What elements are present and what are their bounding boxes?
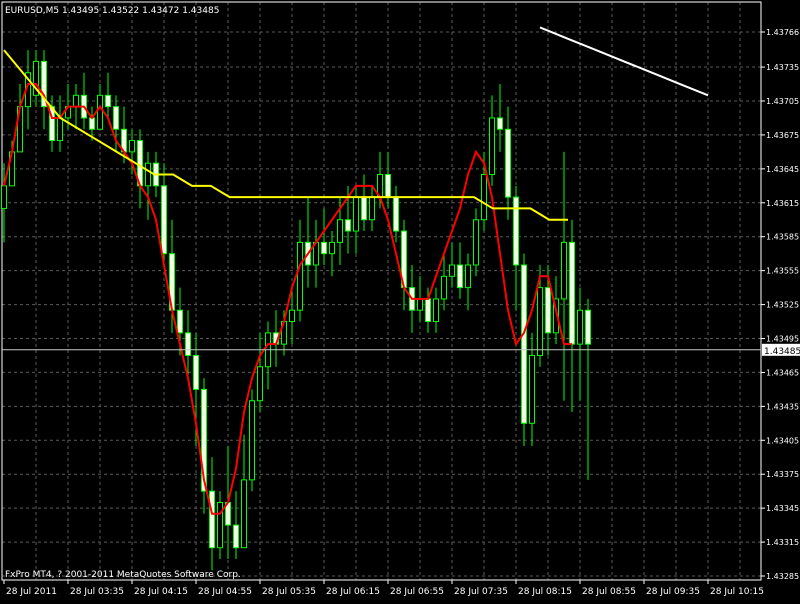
candle-body[interactable] [353, 196, 359, 232]
candle-body[interactable] [193, 354, 199, 390]
y-tick-label: 1.43375 [766, 470, 799, 479]
candle-body[interactable] [385, 174, 391, 198]
y-tick-label: 1.43345 [766, 504, 799, 513]
candle-body[interactable] [97, 94, 103, 130]
y-tick-label: 1.43495 [766, 334, 799, 343]
y-tick-label: 1.43555 [766, 267, 799, 276]
y-tick-label: 1.43615 [766, 199, 799, 208]
candle-body[interactable] [441, 275, 447, 300]
x-tick-label: 28 Jul 03:35 [70, 587, 124, 597]
current-price-label: 1.43485 [764, 347, 800, 357]
x-tick-label: 28 Jul 04:55 [198, 587, 252, 597]
candle-body[interactable] [489, 117, 495, 176]
candle-body[interactable] [113, 106, 119, 130]
candle-body[interactable] [585, 309, 591, 345]
candle-body[interactable] [129, 140, 135, 153]
candle-body[interactable] [217, 501, 223, 549]
x-tick-label: 28 Jul 10:15 [710, 587, 764, 597]
candle-body[interactable] [289, 309, 295, 323]
candle-body[interactable] [369, 196, 375, 221]
candle-body[interactable] [233, 524, 239, 549]
candle-body[interactable] [545, 287, 551, 334]
candle-body[interactable] [145, 162, 151, 187]
candle-body[interactable] [361, 196, 367, 221]
chart-svg[interactable]: 1.43485 1.43766 1.43735 1.43705 1.43675 1.436… [0, 0, 800, 600]
x-tick-label: 28 Jul 09:35 [646, 587, 700, 597]
y-tick-label: 1.43675 [766, 131, 799, 140]
candle-body[interactable] [185, 332, 191, 356]
candle-body[interactable] [73, 94, 79, 108]
x-tick-label: 28 Jul 04:15 [134, 587, 188, 597]
y-tick-label: 1.43315 [766, 538, 799, 547]
candle-body[interactable] [481, 174, 487, 221]
price-chart[interactable]: 1.43485 1.43766 1.43735 1.43705 1.43675 1.436… [0, 0, 800, 600]
candle-body[interactable] [529, 354, 535, 424]
candle-body[interactable] [521, 264, 527, 424]
candle-body[interactable] [209, 490, 215, 549]
copyright-label: FxPro MT4, ? 2001-2011 MetaQuotes Softwa… [5, 570, 241, 580]
x-tick-label: 28 Jul 06:15 [326, 587, 380, 597]
candle-body[interactable] [417, 298, 423, 311]
y-tick-label: 1.43465 [766, 368, 799, 377]
y-tick-label: 1.43525 [766, 301, 799, 310]
candle-body[interactable] [321, 241, 327, 255]
candle-body[interactable] [161, 185, 167, 255]
candle-body[interactable] [329, 241, 335, 255]
candle-body[interactable] [569, 241, 575, 345]
candle-body[interactable] [497, 117, 503, 130]
y-tick-label: 1.43435 [766, 402, 799, 411]
candle-body[interactable] [473, 219, 479, 266]
candle-body[interactable] [57, 117, 63, 142]
x-tick-label: 28 Jul 2011 [6, 587, 57, 597]
candle-body[interactable] [393, 196, 399, 232]
y-tick-label: 1.43645 [766, 165, 799, 174]
candle-body[interactable] [1, 185, 7, 209]
candle-body[interactable] [297, 241, 303, 311]
candle-body[interactable] [425, 298, 431, 323]
candle-body[interactable] [561, 241, 567, 300]
candle-body[interactable] [249, 400, 255, 481]
x-tick-label: 28 Jul 08:55 [582, 587, 636, 597]
x-tick-label: 28 Jul 07:35 [454, 587, 508, 597]
y-tick-label: 1.43735 [766, 63, 799, 72]
x-tick-label: 28 Jul 05:35 [262, 587, 316, 597]
chart-symbol-label: EURUSD,M5 1.43495 1.43522 1.43472 1.4348… [5, 6, 219, 16]
candle-body[interactable] [505, 128, 511, 198]
candle-body[interactable] [433, 298, 439, 323]
candle-body[interactable] [465, 264, 471, 289]
x-tick-label: 28 Jul 08:15 [518, 587, 572, 597]
candle-body[interactable] [513, 196, 519, 266]
candle-body[interactable] [345, 219, 351, 232]
y-tick-label: 1.43766 [766, 28, 799, 37]
y-tick-label: 1.43405 [766, 436, 799, 445]
x-tick-label: 28 Jul 06:55 [390, 587, 444, 597]
y-tick-label: 1.43705 [766, 97, 799, 106]
y-tick-label: 1.43585 [766, 233, 799, 242]
candle-body[interactable] [177, 309, 183, 334]
candle-body[interactable] [257, 366, 263, 402]
candle-body[interactable] [105, 94, 111, 108]
candle-body[interactable] [537, 287, 543, 356]
candle-body[interactable] [241, 479, 247, 549]
y-tick-label: 1.43285 [766, 572, 799, 581]
candle-body[interactable] [337, 219, 343, 243]
candle-body[interactable] [577, 309, 583, 345]
chart-background [0, 0, 800, 600]
candle-body[interactable] [449, 264, 455, 277]
candle-body[interactable] [457, 264, 463, 289]
